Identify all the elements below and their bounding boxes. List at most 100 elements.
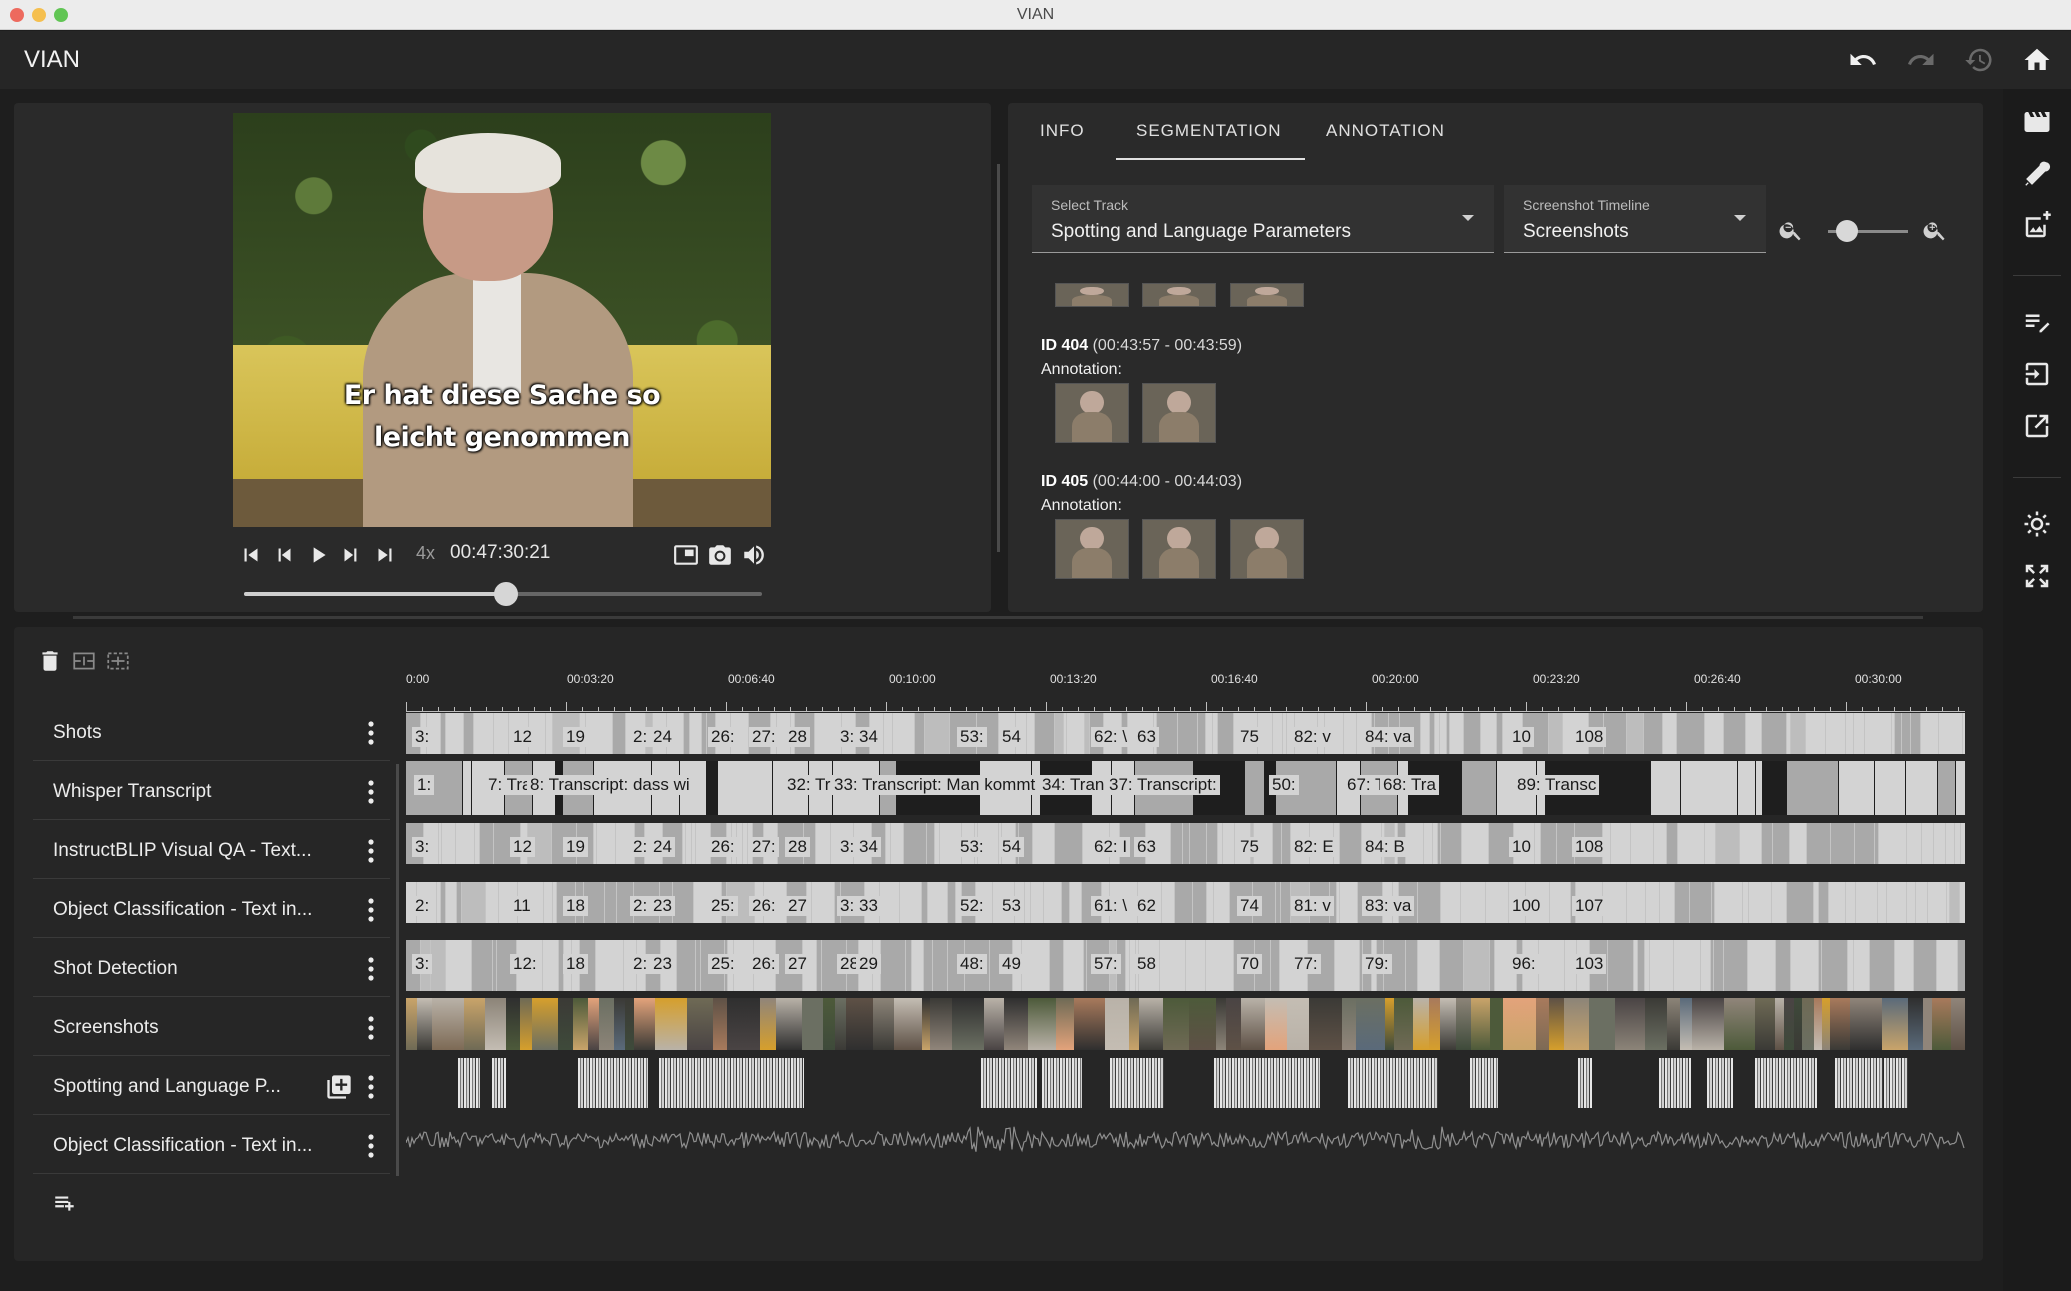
screenshot-thumbnail[interactable]: [1028, 998, 1056, 1050]
timeline-segment[interactable]: [812, 882, 834, 923]
screenshot-thumbnail[interactable]: [1139, 998, 1163, 1050]
timeline-segment[interactable]: [437, 882, 440, 923]
timeline-segment[interactable]: [472, 940, 492, 991]
timeline-segment[interactable]: [1878, 882, 1886, 923]
timeline-segment[interactable]: [1921, 713, 1938, 754]
screenshot-thumbnail[interactable]: [1385, 998, 1394, 1050]
timeline-segment[interactable]: [1160, 940, 1185, 991]
timeline-segment[interactable]: [1064, 713, 1066, 754]
timeline-segment[interactable]: [1435, 713, 1439, 754]
timeline-segment[interactable]: [594, 823, 596, 864]
timeline-segment[interactable]: [1829, 882, 1845, 923]
timeline-segment[interactable]: [893, 713, 914, 754]
timeline-segment[interactable]: [1430, 713, 1434, 754]
timeline-segment[interactable]: [1611, 823, 1630, 864]
screenshot-thumbnail[interactable]: [1142, 383, 1216, 443]
screenshot-thumbnail[interactable]: [417, 998, 432, 1050]
screenshot-thumbnail[interactable]: [1784, 998, 1794, 1050]
screenshot-thumbnail[interactable]: [599, 998, 614, 1050]
screenshot-thumbnail[interactable]: [614, 998, 625, 1050]
more-vertical-icon[interactable]: [367, 897, 375, 923]
timeline-segment[interactable]: [1907, 823, 1921, 864]
screenshot-thumbnail[interactable]: [846, 998, 873, 1050]
timeline-segment[interactable]: [1902, 713, 1910, 754]
timeline-segment[interactable]: [474, 713, 493, 754]
screenshot-thumbnail[interactable]: [1536, 998, 1549, 1050]
screenshot-thumbnail[interactable]: [1004, 998, 1028, 1050]
screenshot-thumbnail[interactable]: [1490, 998, 1503, 1050]
timeline-segment[interactable]: [1183, 823, 1189, 864]
timeline-segment[interactable]: [1846, 713, 1853, 754]
timeline-segment[interactable]: [1846, 882, 1855, 923]
screenshot-thumbnail[interactable]: [634, 998, 655, 1050]
timeline-segment[interactable]: [900, 882, 921, 923]
timeline-segment[interactable]: [1206, 940, 1233, 991]
track-row[interactable]: Shot Detection: [33, 940, 390, 997]
timeline-segment[interactable]: [546, 713, 552, 754]
timeline-segment[interactable]: [1756, 761, 1762, 815]
screenshot-thumbnail[interactable]: [1667, 998, 1680, 1050]
timeline-segment[interactable]: [1424, 823, 1432, 864]
zoom-out-icon[interactable]: [1778, 217, 1804, 243]
screenshot-thumbnail[interactable]: [1692, 998, 1724, 1050]
screenshot-thumbnail[interactable]: [984, 998, 1004, 1050]
add-track-icon[interactable]: [52, 1190, 78, 1216]
timeline-segment[interactable]: [886, 823, 890, 864]
timeline-segment[interactable]: [494, 713, 508, 754]
track-list-scrollbar[interactable]: [396, 764, 399, 1176]
timeline-segment[interactable]: [1340, 823, 1361, 864]
timeline-segment[interactable]: [684, 713, 689, 754]
screenshot-thumbnail[interactable]: [1503, 998, 1536, 1050]
timeline-segment[interactable]: [904, 823, 926, 864]
screenshot-thumbnail[interactable]: [558, 998, 573, 1050]
spotting-segment[interactable]: [1214, 1058, 1320, 1108]
timeline-segment[interactable]: [1963, 713, 1965, 754]
timeline-segment[interactable]: [1206, 713, 1212, 754]
screenshot-thumbnail[interactable]: [1456, 998, 1471, 1050]
screenshot-thumbnail[interactable]: [727, 998, 760, 1050]
timeline-segment[interactable]: [928, 882, 947, 923]
more-vertical-icon[interactable]: [367, 838, 375, 864]
picture-in-picture-icon[interactable]: [673, 542, 699, 568]
timeline-segment[interactable]: [924, 940, 932, 991]
timeline-segment[interactable]: [1126, 940, 1129, 991]
timeline-segment[interactable]: [1207, 823, 1217, 864]
timeline-segment[interactable]: [1772, 882, 1786, 923]
timeline-segment[interactable]: [1787, 713, 1790, 754]
timeline-segment[interactable]: [1856, 882, 1877, 923]
timeline-segment[interactable]: [1340, 882, 1357, 923]
timeline-segment[interactable]: [1895, 713, 1901, 754]
timeline-segment[interactable]: [446, 882, 456, 923]
screenshot-thumbnail[interactable]: [1724, 998, 1755, 1050]
screenshot-thumbnail[interactable]: [573, 998, 588, 1050]
step-back-icon[interactable]: [271, 542, 297, 568]
timeline-segment[interactable]: [1711, 940, 1713, 991]
timeline-segment[interactable]: [1223, 823, 1234, 864]
tab-info[interactable]: INFO: [1040, 121, 1085, 141]
video-frame[interactable]: Er hat diese Sache so leicht genommen: [233, 113, 771, 527]
skip-to-start-icon[interactable]: [238, 542, 264, 568]
timeline-segment[interactable]: [1839, 761, 1874, 815]
edit-notes-icon[interactable]: [2022, 307, 2052, 337]
timeline-segment[interactable]: [464, 713, 473, 754]
timeline-segment[interactable]: [1440, 940, 1463, 991]
screenshot-thumbnail[interactable]: [1830, 998, 1850, 1050]
screenshot-thumbnail[interactable]: [760, 998, 776, 1050]
timeline-segment[interactable]: [1773, 823, 1789, 864]
spotting-segment[interactable]: [1884, 1058, 1908, 1108]
timeline-segment[interactable]: [1447, 713, 1449, 754]
screenshot-thumbnail[interactable]: [1814, 998, 1822, 1050]
timeline-segment[interactable]: [1406, 940, 1417, 991]
timeline-segment[interactable]: [1084, 940, 1086, 991]
track-row[interactable]: InstructBLIP Visual QA - Text...: [33, 822, 390, 879]
object-classification-lane[interactable]: 2: 11 18 2: 23 25: 26: 27 3: 33 52: 53 61: \ 62 74 81: …: [406, 882, 1965, 923]
redo-icon[interactable]: [1906, 45, 1936, 75]
timeline-segment[interactable]: [1186, 940, 1205, 991]
screenshot-thumbnail[interactable]: [1932, 998, 1951, 1050]
screenshot-thumbnail[interactable]: [506, 998, 520, 1050]
screenshot-thumbnail[interactable]: [894, 998, 922, 1050]
spotting-segment[interactable]: [1707, 1058, 1733, 1108]
screenshot-thumbnail[interactable]: [1471, 998, 1490, 1050]
shot-detection-lane[interactable]: 3: 12: 18 2: 23 25: 26: 27 28: 29 48: 49 57: 58 70 77: 7…: [406, 940, 1965, 991]
timeline-segment[interactable]: [1464, 713, 1480, 754]
